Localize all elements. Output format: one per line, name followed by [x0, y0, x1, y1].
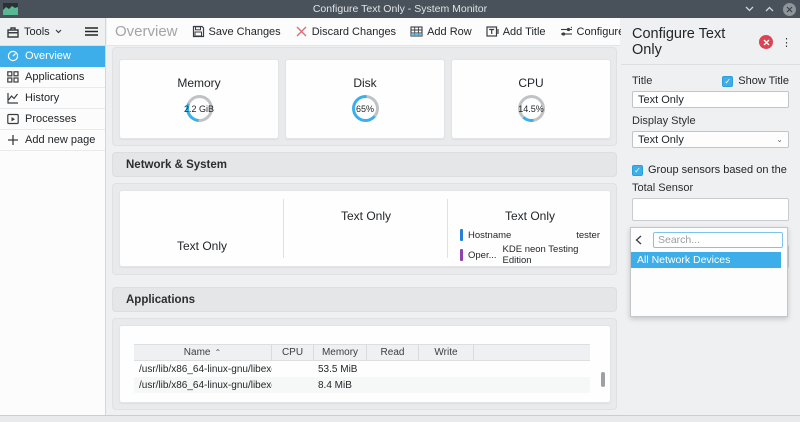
plus-icon [8, 135, 18, 145]
back-chevron-icon[interactable] [635, 235, 653, 245]
column-header-write[interactable]: Write [419, 345, 474, 360]
cpu-gauge-value: 14.5% [518, 103, 544, 114]
disk-gauge: 65% [351, 95, 379, 122]
grid-icon [7, 71, 19, 83]
sidebar-item-label: Overview [25, 50, 71, 62]
add-row-button[interactable]: Add Row [410, 25, 472, 38]
textonly-col2: Text Only [284, 191, 448, 266]
toolbox-icon [7, 26, 19, 38]
page-title: Overview [115, 23, 178, 40]
title-input[interactable]: Text Only [632, 91, 789, 108]
show-title-label: Show Title [738, 75, 789, 87]
sensor-row-operating-system: Oper... KDE neon Testing Edition [460, 244, 600, 266]
search-placeholder: Search... [658, 234, 701, 246]
textonly-card[interactable]: Text Only Text Only Text Only Hostname t… [119, 190, 611, 267]
discard-changes-button[interactable]: Discard Changes [295, 25, 396, 38]
disk-card[interactable]: Disk 65% [285, 59, 445, 139]
speedometer-icon [7, 50, 19, 62]
chevron-down-icon: ⌄ [776, 135, 783, 144]
sidebar: Tools Overview Applications History Proc… [0, 18, 106, 415]
overflow-menu-icon[interactable]: ⋮ [781, 36, 792, 49]
textonly-col3: Text Only Hostname tester Oper... KDE ne… [448, 191, 612, 266]
sidebar-item-processes[interactable]: Processes [0, 109, 105, 130]
table-scrollbar[interactable] [601, 372, 605, 387]
sidebar-item-label: Processes [25, 113, 77, 125]
panel-close-icon[interactable] [759, 35, 773, 49]
sort-ascending-icon: ⌃ [214, 348, 222, 357]
chevron-down-icon [55, 29, 62, 34]
titlebar: Configure Text Only - System Monitor [0, 0, 800, 18]
maximize-button[interactable] [763, 3, 776, 16]
cpu-card[interactable]: CPU 14.5% [451, 59, 611, 139]
title-T-icon [486, 26, 499, 37]
panel-header: Configure Text Only ⋮ [621, 18, 800, 65]
main-toolbar: Overview Save Changes Discard Changes Ad… [107, 18, 662, 46]
cpu-gauge: 14.5% [517, 95, 545, 122]
line-chart-icon [7, 93, 18, 104]
add-title-button[interactable]: Add Title [486, 25, 546, 38]
total-sensor-input[interactable] [632, 198, 789, 221]
floppy-save-icon [192, 25, 204, 38]
tools-menu[interactable]: Tools [0, 18, 105, 46]
total-sensor-label: Total Sensor [632, 182, 694, 194]
disk-card-title: Disk [353, 76, 377, 90]
group-sensors-label: Group sensors based on the value of the … [648, 164, 789, 176]
window-bottom-edge [0, 415, 800, 422]
minimize-button[interactable] [743, 3, 756, 16]
section-header-network-system[interactable]: Network & System [112, 152, 617, 177]
display-style-select[interactable]: Text Only ⌄ [632, 131, 789, 148]
processes-icon [7, 113, 19, 125]
show-title-checkbox[interactable]: ✓ [722, 75, 734, 87]
sidebar-item-add-new-page[interactable]: Add new page [0, 130, 105, 151]
table-grid-icon [410, 26, 423, 37]
window-title: Configure Text Only - System Monitor [312, 3, 488, 15]
memory-gauge: 2.2 GiB [184, 95, 215, 122]
sensor-picker-popup: Search... All Network Devices [630, 227, 788, 317]
main-content: Memory 2.2 GiB Disk 65% CPU 14.5% Networ… [107, 46, 620, 415]
close-button[interactable] [783, 2, 796, 16]
group-sensors-checkbox[interactable]: ✓ [632, 164, 643, 176]
disk-gauge-value: 65% [355, 103, 374, 114]
textonly-title: Text Only [176, 239, 227, 253]
process-table[interactable]: Name ⌃ CPU Memory Read Write /usr/lib/x8… [134, 344, 590, 393]
memory-card[interactable]: Memory 2.2 GiB [119, 59, 279, 139]
memory-card-title: Memory [177, 76, 221, 90]
sensor-color-bar [460, 229, 463, 241]
textonly-title: Text Only [504, 209, 555, 223]
save-changes-button[interactable]: Save Changes [192, 25, 281, 38]
table-header-row[interactable]: Name ⌃ CPU Memory Read Write [134, 344, 590, 361]
sensor-search-input[interactable]: Search... [653, 232, 783, 248]
sidebar-item-label: Applications [25, 71, 85, 83]
sliders-icon [560, 26, 572, 36]
sensor-color-bar [460, 249, 463, 261]
column-header-cpu[interactable]: CPU [272, 345, 314, 360]
column-header-read[interactable]: Read [367, 345, 419, 360]
cpu-card-title: CPU [518, 76, 544, 90]
sensor-row-hostname: Hostname tester [460, 229, 600, 241]
tools-label: Tools [24, 25, 50, 38]
sidebar-item-applications[interactable]: Applications [0, 67, 105, 88]
title-field-label: Title [632, 75, 653, 87]
applications-card[interactable]: Name ⌃ CPU Memory Read Write /usr/lib/x8… [119, 325, 611, 403]
textonly-col1: Text Only [120, 191, 284, 266]
sidebar-item-history[interactable]: History [0, 88, 105, 109]
column-header-name[interactable]: Name ⌃ [134, 345, 272, 360]
column-header-memory[interactable]: Memory [314, 345, 367, 360]
textonly-title: Text Only [340, 209, 391, 223]
sidebar-item-label: History [25, 92, 60, 104]
memory-gauge-value: 2.2 GiB [184, 103, 215, 114]
hamburger-menu-icon[interactable] [85, 27, 98, 36]
config-panel: Configure Text Only ⋮ Title ✓ Show Title… [621, 18, 800, 415]
table-row[interactable]: /usr/lib/x86_64-linux-gnu/libexec/... 53… [134, 361, 590, 377]
section-header-applications[interactable]: Applications [112, 287, 617, 312]
sidebar-item-label: Add new page [25, 134, 96, 146]
sidebar-item-overview[interactable]: Overview [0, 46, 105, 67]
panel-title: Configure Text Only [632, 26, 726, 58]
red-x-icon [296, 26, 307, 37]
display-style-label: Display Style [632, 115, 696, 127]
list-item-all-network-devices[interactable]: All Network Devices [631, 252, 781, 268]
